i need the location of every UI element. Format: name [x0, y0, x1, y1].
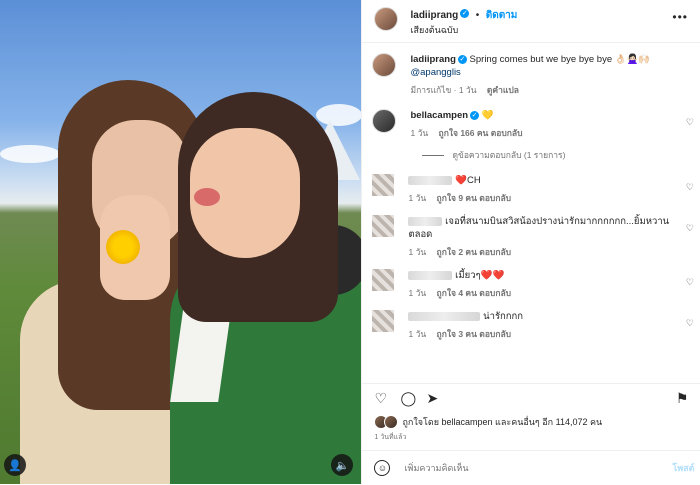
post-comment-button[interactable]: โพสต์	[672, 461, 694, 475]
comment-text: เจอที่สนามบินสวิสน้องปรางน่ารักมากกกกกก.…	[408, 216, 670, 240]
follow-button[interactable]: ติดตาม	[486, 10, 518, 21]
comment-item: bellacampen ✓ 💛 1 วัน ถูกใจ 166 คน ตอบกลั…	[372, 109, 700, 140]
like-heart-icon[interactable]: ♡	[374, 390, 387, 407]
reply-button[interactable]: ตอบกลับ	[479, 329, 511, 339]
separator-dot: •	[475, 10, 480, 21]
liker-avatar	[384, 415, 399, 429]
comment-item: เจอที่สนามบินสวิสน้องปรางน่ารักมากกกกกก.…	[372, 215, 700, 259]
comment-text: น่ารักกกก	[483, 311, 524, 322]
save-bookmark-icon[interactable]: ⚑	[676, 390, 689, 407]
user-tag-icon[interactable]: 👤	[4, 454, 26, 476]
post-timestamp[interactable]: 1 วันที่แล้ว	[374, 432, 406, 443]
comment-likes[interactable]: ถูกใจ 166 คน	[439, 128, 489, 138]
action-bar: ♡ ◯ ➤ ⚑	[362, 383, 700, 412]
commenter-username[interactable]: bellacampen	[410, 110, 468, 121]
liked-by-text: ถูกใจโดย bellacampen และคนอื่นๆ อีก 114,…	[402, 417, 603, 427]
verified-badge-icon: ✓	[457, 54, 467, 64]
blurred-username[interactable]	[408, 270, 453, 280]
comment-time: 1 วัน	[408, 247, 427, 257]
comment-bar: ☺ โพสต์	[362, 450, 700, 485]
comments-list: ladiiprang ✓ Spring comes but we bye bye …	[362, 43, 700, 341]
like-comment-heart-icon[interactable]: ♡	[686, 318, 694, 329]
commenter-avatar[interactable]	[372, 174, 395, 196]
comment-likes[interactable]: ถูกใจ 2 คน	[437, 247, 477, 257]
caption-text: Spring comes but we bye bye bye 👌🏻🙅🏻‍♀️🙌…	[469, 54, 651, 65]
comment-icon[interactable]: ◯	[400, 390, 416, 407]
comment-input[interactable]	[402, 462, 673, 474]
author-avatar[interactable]	[372, 53, 397, 77]
comment-time: 1 วัน	[408, 193, 427, 203]
comment-item: ❤️CH 1 วัน ถูกใจ 9 คน ตอบกลับ ♡	[372, 174, 700, 205]
commenter-avatar[interactable]	[372, 215, 395, 237]
reply-button[interactable]: ตอบกลับ	[479, 193, 511, 203]
caption-edited-time: มีการแก้ไข · 1 วัน	[410, 85, 477, 95]
original-audio-link[interactable]: เสียงต้นฉบับ	[410, 23, 517, 37]
like-comment-heart-icon[interactable]: ♡	[686, 277, 694, 288]
verified-badge-icon: ✓	[470, 110, 480, 120]
author-username[interactable]: ladiiprang	[410, 10, 458, 21]
commenter-avatar[interactable]	[372, 109, 397, 133]
comment-text: 💛	[481, 110, 494, 121]
like-comment-heart-icon[interactable]: ♡	[686, 117, 694, 128]
comment-likes[interactable]: ถูกใจ 3 คน	[437, 329, 477, 339]
cloud	[0, 145, 60, 163]
like-comment-heart-icon[interactable]: ♡	[686, 223, 694, 234]
liked-by[interactable]: ถูกใจโดย bellacampen และคนอื่นๆ อีก 114,…	[374, 415, 602, 429]
comment-time: 1 วัน	[408, 288, 427, 298]
emoji-icon[interactable]: ☺	[374, 460, 391, 476]
share-icon[interactable]: ➤	[426, 390, 438, 407]
view-replies-button[interactable]: ดูข้อความตอบกลับ (1 รายการ)	[422, 148, 700, 162]
caption-mention[interactable]: @apangglis	[410, 66, 680, 79]
more-options-icon[interactable]: •••	[672, 10, 688, 24]
instagram-post-modal: 👤 🔈 ladiiprang ✓ • ติดตาม เสียงต้นฉบับ ••…	[0, 0, 700, 484]
pouting-lips	[194, 188, 220, 206]
view-replies-label: ดูข้อความตอบกลับ (1 รายการ)	[452, 150, 566, 160]
reply-button[interactable]: ตอบกลับ	[491, 128, 523, 138]
blurred-username[interactable]	[408, 216, 443, 226]
comment-likes[interactable]: ถูกใจ 4 คน	[437, 288, 477, 298]
blurred-username[interactable]	[408, 311, 481, 321]
replies-line	[422, 154, 445, 156]
reply-button[interactable]: ตอบกลับ	[479, 288, 511, 298]
post-photo[interactable]: 👤 🔈	[0, 0, 362, 484]
commenter-avatar[interactable]	[372, 310, 395, 332]
post-header: ladiiprang ✓ • ติดตาม เสียงต้นฉบับ •••	[362, 0, 700, 43]
post-side-panel: ladiiprang ✓ • ติดตาม เสียงต้นฉบับ ••• la…	[361, 0, 700, 484]
comment-item: น่ารักกกก 1 วัน ถูกใจ 3 คน ตอบกลับ ♡	[372, 310, 700, 341]
caption: ladiiprang ✓ Spring comes but we bye bye …	[372, 53, 700, 97]
like-comment-heart-icon[interactable]: ♡	[686, 182, 694, 193]
comment-time: 1 วัน	[408, 329, 427, 339]
caption-username[interactable]: ladiiprang	[410, 54, 455, 65]
dandelion-flower	[106, 230, 140, 264]
comment-text: เมี้ยวๆ❤️❤️	[455, 270, 505, 281]
verified-badge-icon: ✓	[460, 9, 470, 19]
comment-item: เมี้ยวๆ❤️❤️ 1 วัน ถูกใจ 4 คน ตอบกลับ ♡	[372, 269, 700, 300]
comment-time: 1 วัน	[410, 128, 429, 138]
comment-text: ❤️CH	[455, 175, 481, 186]
see-translation-link[interactable]: ดูคำแปล	[487, 85, 519, 95]
comment-likes[interactable]: ถูกใจ 9 คน	[437, 193, 477, 203]
commenter-avatar[interactable]	[372, 269, 395, 291]
blurred-username[interactable]	[408, 175, 453, 185]
author-avatar[interactable]	[374, 7, 399, 31]
reply-button[interactable]: ตอบกลับ	[479, 247, 511, 257]
